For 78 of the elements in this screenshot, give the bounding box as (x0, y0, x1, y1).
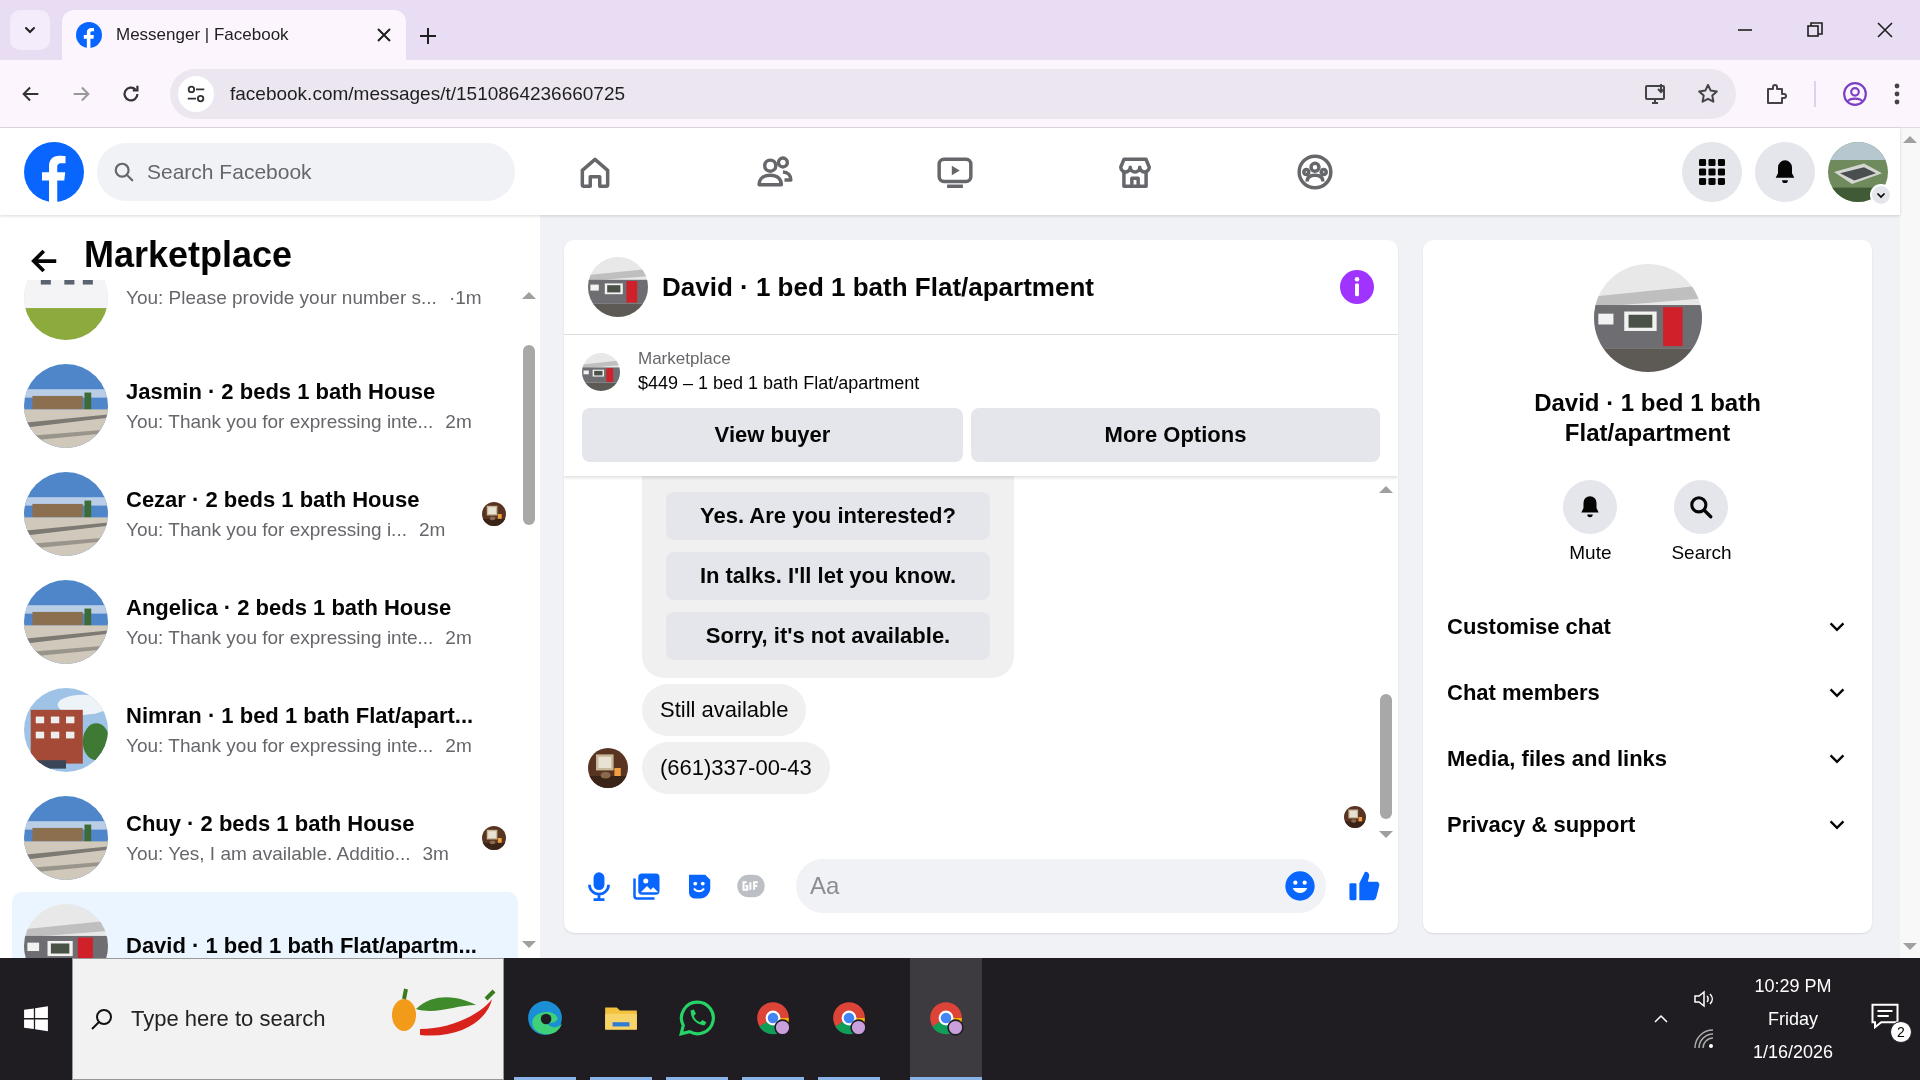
conversation-item[interactable]: Cezar · 2 beds 1 bath House You: Thank you for expressing i... 2m (12, 460, 518, 568)
message-bubble: Still available (642, 684, 807, 736)
network-icon[interactable] (1692, 1027, 1716, 1051)
conversation-item[interactable]: Jasmin · 2 beds 1 bath House You: Thank you for expressing inte... 2m (12, 352, 518, 460)
conversation-name: David · 1 bed 1 bath Flat/apartment (1533, 388, 1762, 448)
tab-title: Messenger | Facebook (116, 25, 290, 45)
page-title: Marketplace (84, 234, 293, 276)
conversation-title: Cezar · 2 beds 1 bath House (126, 487, 421, 513)
message-time: 3m (422, 843, 449, 865)
message-time: 2m (445, 735, 472, 757)
listing-button[interactable]: More Options (971, 408, 1380, 462)
scrollbar[interactable] (1900, 128, 1920, 958)
bookmark-star-icon[interactable] (1696, 81, 1720, 106)
listing-button[interactable]: View buyer (582, 408, 963, 462)
windows-start-icon[interactable] (23, 1006, 49, 1032)
notification-count: 2 (1890, 1021, 1912, 1043)
url-text: facebook.com/messages/t/1510864236660725 (230, 82, 627, 105)
extensions-icon[interactable] (1764, 81, 1788, 106)
conversation-title: Angelica · 2 beds 1 bath House (126, 595, 453, 621)
message-time: 2m (418, 519, 446, 541)
message-time: 2m (445, 411, 472, 433)
message-bubble: (661)337-00-43 (642, 742, 830, 794)
conversation-title: Jasmin · 2 beds 1 bath House (126, 379, 437, 405)
taskbar-search-field[interactable]: Type here to search (72, 958, 504, 1080)
section-toggle[interactable]: Chat members (1423, 660, 1872, 726)
conversation-item[interactable]: Nimran · 1 bed 1 bath Flat/apart... You: Thank you for expressing inte... 2m (12, 676, 518, 784)
clock-date: 1/16/2026 (1752, 1041, 1834, 1063)
install-app-icon[interactable] (1644, 81, 1668, 106)
message-preview: You: Thank you for expressing inte... (126, 627, 434, 649)
facebook-logo-icon (76, 22, 102, 48)
menu-icon[interactable] (1894, 82, 1900, 105)
search-icon (1688, 494, 1715, 520)
listing-summary: $449 – 1 bed 1 bath Flat/apartment (638, 373, 920, 394)
message-time: 2m (445, 627, 472, 649)
close-tab-button[interactable] (376, 27, 392, 43)
grid-icon (1699, 158, 1725, 185)
conversation-item[interactable]: David · 1 bed 1 bath Flat/apartm... (12, 892, 518, 958)
taskbar-app-button[interactable] (910, 958, 982, 1080)
profile-icon[interactable] (1842, 80, 1868, 107)
conversation-item[interactable]: Angelica · 2 beds 1 bath House You: Thank you for expressing inte... 2m (12, 568, 518, 676)
search-icon (90, 1007, 114, 1031)
new-tab-icon[interactable] (418, 26, 438, 46)
conversation-title: David · 1 bed 1 bath Flat/apartm... (126, 933, 478, 958)
groups-icon[interactable] (1296, 152, 1334, 191)
message-preview: You: Please provide your number s... (126, 287, 437, 309)
quick-reply-button[interactable]: Yes. Are you interested? (666, 492, 990, 540)
conversation-item[interactable]: Chuy · 2 beds 1 bath House You: Yes, I am available. Additio... 3m (12, 784, 518, 892)
message-preview: You: Thank you for expressing inte... (126, 411, 434, 433)
conversation-title: Chuy · 2 beds 1 bath House (126, 811, 416, 837)
message-preview: You: Thank you for expressing i... (126, 519, 407, 541)
conversation-title: Nimran · 1 bed 1 bath Flat/apart... (126, 703, 475, 729)
search-field[interactable]: Search Facebook (97, 142, 515, 201)
section-toggle[interactable]: Privacy & support (1423, 792, 1872, 858)
chat-title: David · 1 bed 1 bath Flat/apartment (662, 271, 1095, 303)
message-preview: You: Yes, I am available. Additio... (126, 843, 411, 865)
microphone-icon[interactable] (588, 870, 610, 901)
search-icon (113, 160, 135, 183)
clock-time: 10:29 PM (1754, 975, 1832, 997)
chat-bubble-icon (678, 998, 716, 1037)
quick-reply-button[interactable]: Sorry, it's not available. (666, 612, 990, 660)
address-bar[interactable]: facebook.com/messages/t/1510864236660725 (170, 68, 1736, 119)
conversation-item[interactable]: You: Please provide your number s... ·1m (12, 280, 518, 352)
info-icon[interactable] (1340, 270, 1374, 304)
edge-icon (526, 998, 564, 1037)
message-time: ·1m (448, 287, 482, 309)
close-icon (376, 27, 392, 43)
restore-icon[interactable] (1805, 20, 1825, 40)
message-preview: You: Thank you for expressing inte... (126, 735, 434, 757)
clock-day: Friday (1768, 1008, 1818, 1030)
message-field[interactable]: Aa (796, 858, 1326, 913)
section-toggle[interactable]: Customise chat (1423, 594, 1872, 660)
facebook-logo-icon[interactable] (24, 141, 84, 202)
section-toggle[interactable]: Media, files and links (1423, 726, 1872, 792)
quick-reply-button[interactable]: In talks. I'll let you know. (666, 552, 990, 600)
close-icon[interactable] (1875, 20, 1895, 40)
browser-tab[interactable]: Messenger | Facebook (62, 10, 406, 60)
listing-source: Marketplace (638, 349, 732, 369)
emoji-icon[interactable] (1284, 869, 1316, 902)
